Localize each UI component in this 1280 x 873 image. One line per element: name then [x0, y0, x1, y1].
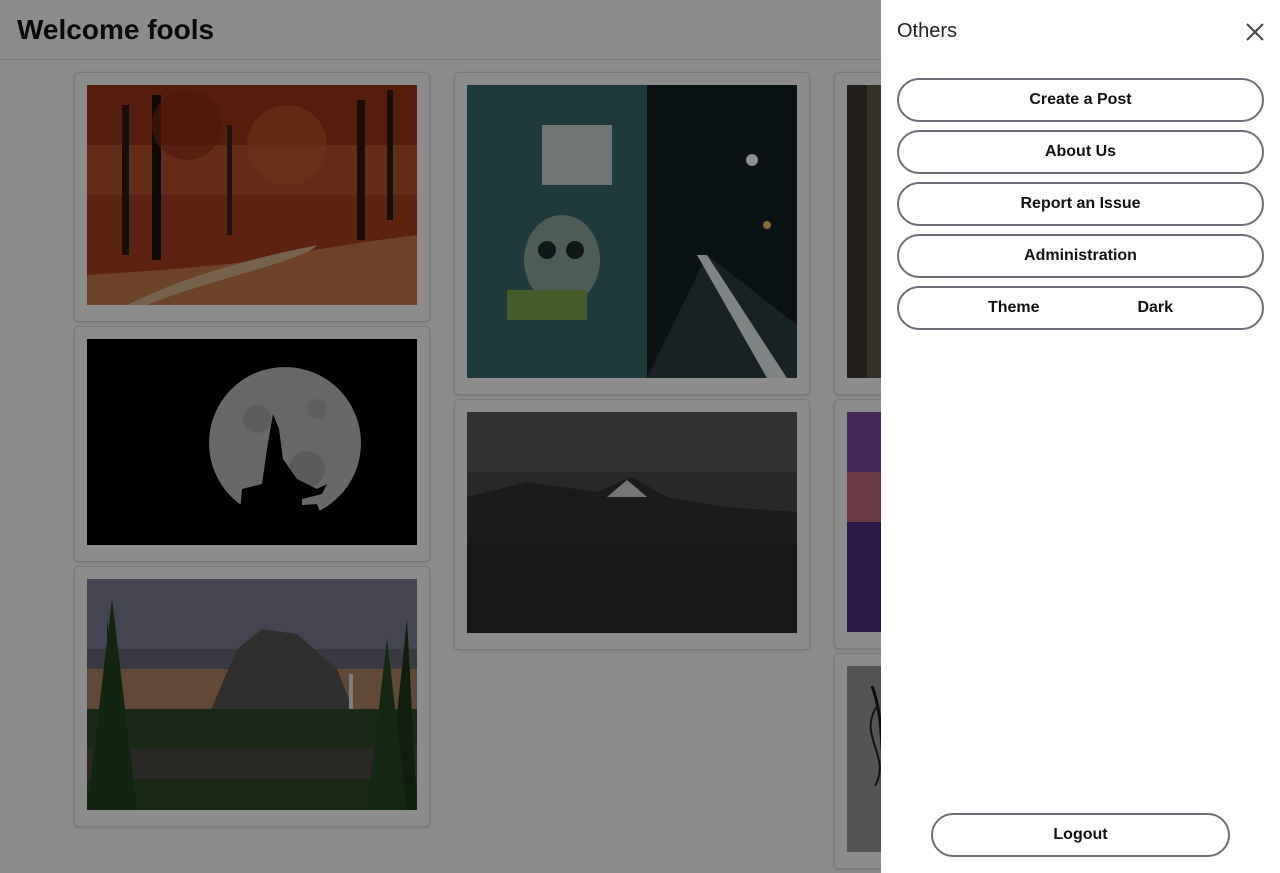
create-post-button[interactable]: Create a Post [897, 78, 1264, 122]
theme-label: Theme [987, 299, 1040, 316]
modal-backdrop[interactable] [0, 0, 881, 873]
about-us-button[interactable]: About Us [897, 130, 1264, 174]
theme-toggle-button[interactable]: Theme Dark [897, 286, 1264, 330]
close-icon[interactable] [1241, 18, 1269, 46]
report-issue-button[interactable]: Report an Issue [897, 182, 1264, 226]
drawer-title: Others [897, 20, 958, 42]
others-drawer: Others Create a Post About Us Report an … [881, 0, 1280, 873]
logout-button[interactable]: Logout [931, 813, 1230, 857]
theme-value: Dark [1137, 299, 1174, 316]
administration-button[interactable]: Administration [897, 234, 1264, 278]
